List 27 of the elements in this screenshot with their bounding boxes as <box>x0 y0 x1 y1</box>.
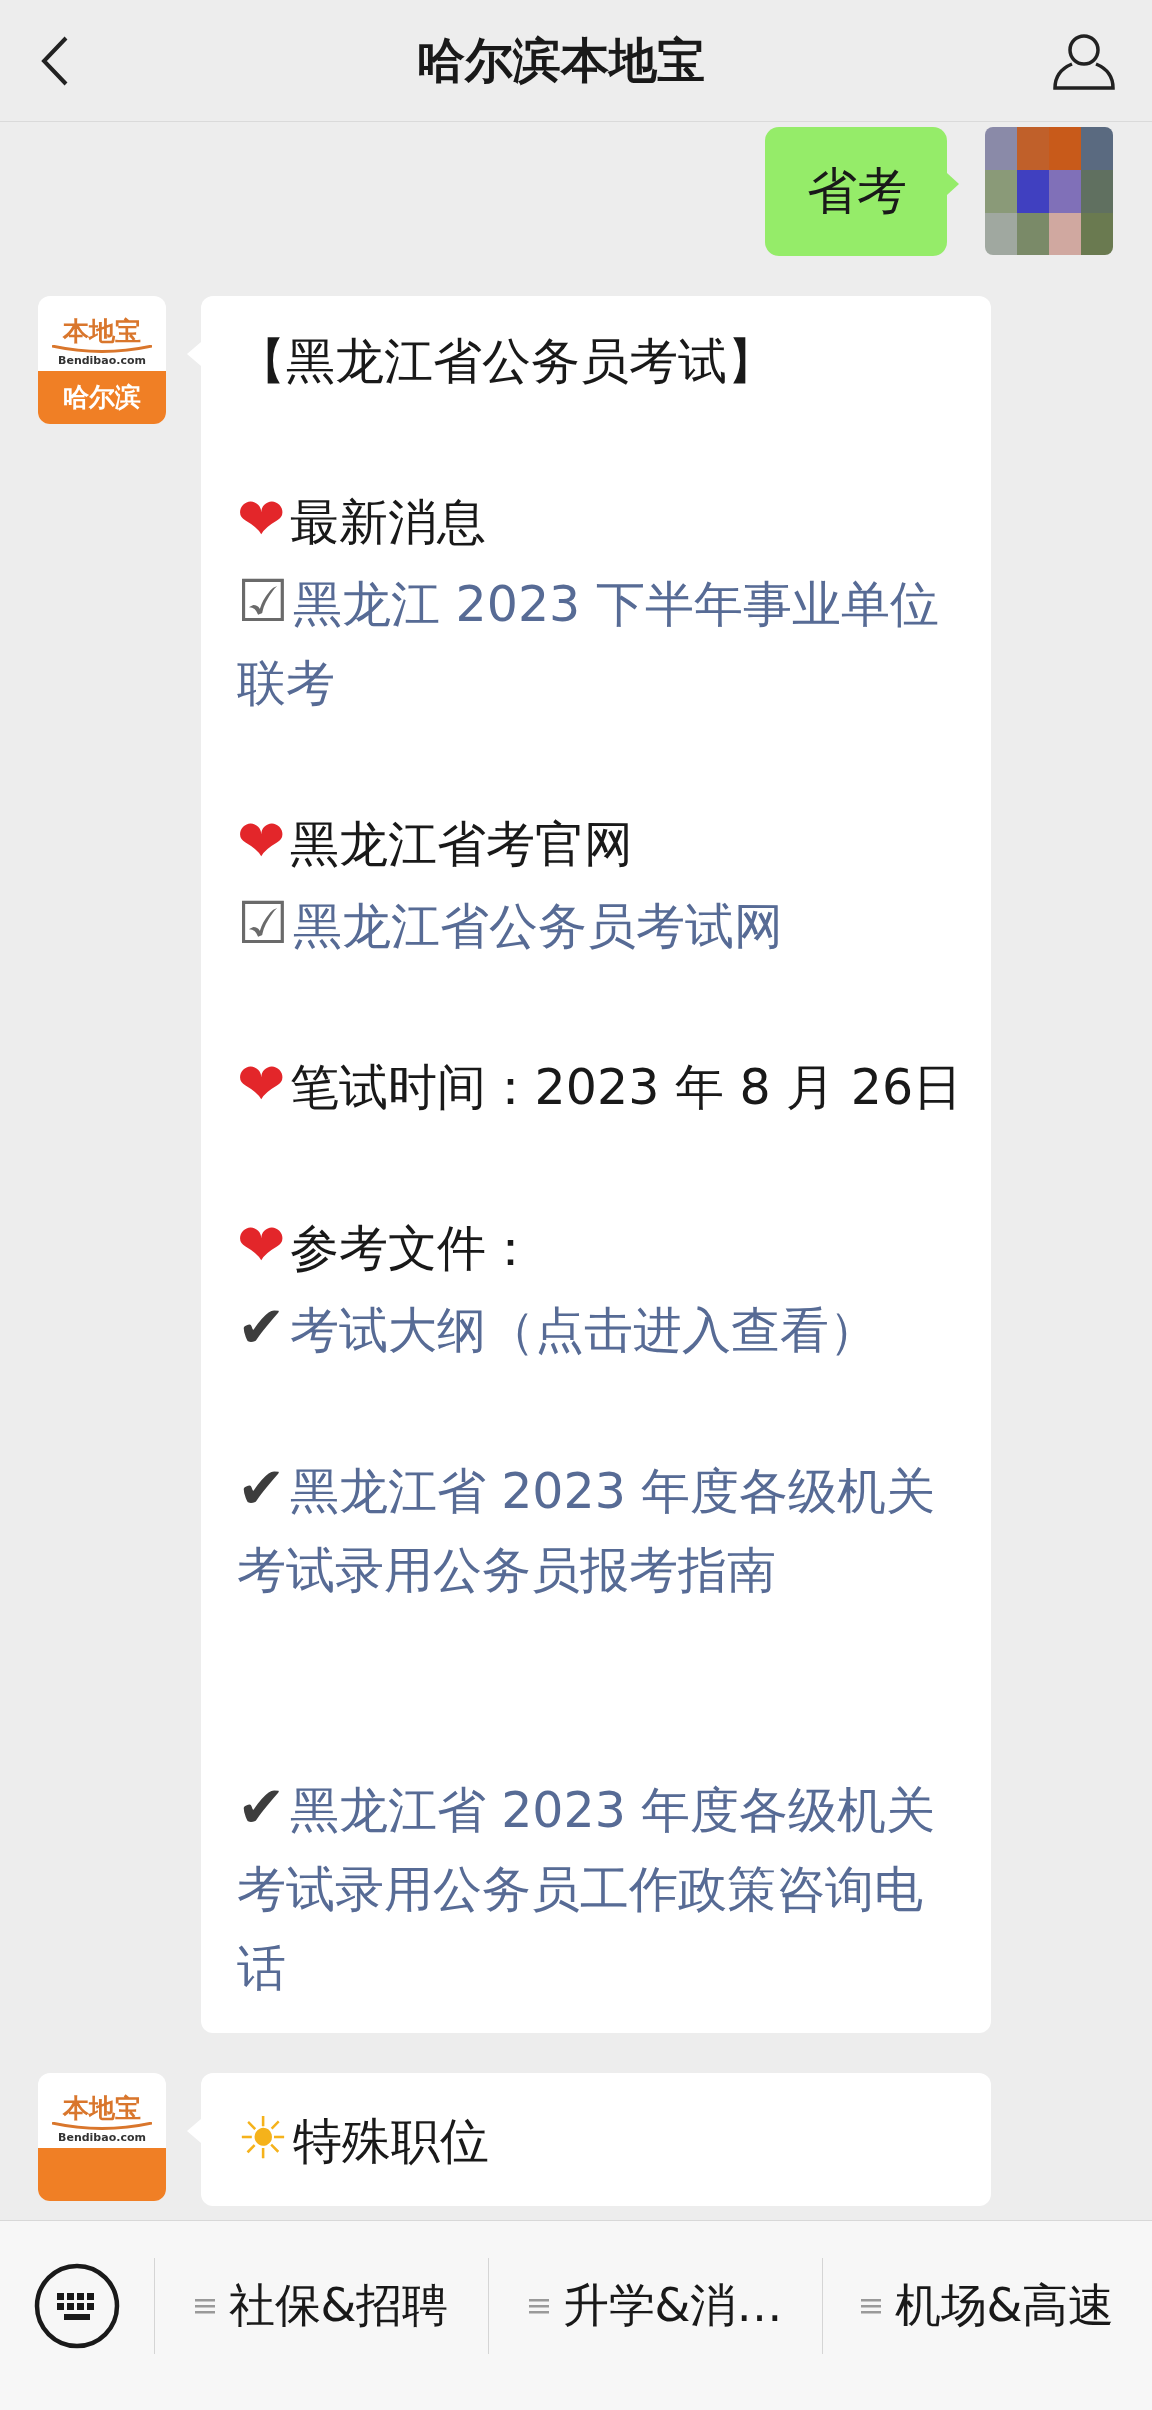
swoosh-icon <box>52 2122 152 2130</box>
logo-text: Bendibao.com <box>58 354 146 367</box>
article-link[interactable]: ☑黑龙江 2023 下半年事业单位联考 <box>237 562 971 723</box>
menu-item[interactable]: 机场&高速 <box>822 2257 1152 2354</box>
swoosh-icon <box>52 345 152 353</box>
bubble-tail <box>947 173 959 195</box>
section-heading: ❤最新消息 <box>237 484 487 555</box>
section-heading: ❤黑龙江省考官网 <box>237 806 634 877</box>
article-link[interactable]: ☑黑龙江省公务员考试网 <box>237 884 971 966</box>
message-title: 【黑龙江省公务员考试】 <box>237 332 777 392</box>
article-link[interactable]: ✔黑龙江省 2023 年度各级机关考试录用公务员报考指南 <box>237 1449 971 1610</box>
article-link[interactable]: ✔考试大纲（点击进入查看） <box>237 1288 971 1370</box>
section-heading: ❤参考文件： <box>237 1210 536 1281</box>
logo-text: 哈尔滨 <box>63 381 141 414</box>
account-avatar[interactable]: 本地宝 Bendibao.com 哈尔滨 <box>38 296 166 424</box>
section-heading: ❤笔试时间：2023 年 8 月 26日 <box>237 1049 964 1120</box>
chat-title: 哈尔滨本地宝 <box>417 30 705 90</box>
article-link[interactable]: ✔黑龙江省 2023 年度各级机关考试录用公务员工作政策咨询电话 <box>237 1768 971 2008</box>
menu-item[interactable]: 社保&招聘 <box>154 2257 488 2354</box>
logo-text: 本地宝 <box>63 2094 141 2122</box>
section-heading: ☀特殊职位 <box>237 2103 490 2174</box>
logo-text: 本地宝 <box>63 317 141 345</box>
message-bubble: 省考 <box>765 127 947 256</box>
menu-item[interactable]: 升学&消… <box>488 2257 822 2354</box>
back-button[interactable] <box>40 34 70 87</box>
account-avatar[interactable]: 本地宝 Bendibao.com <box>38 2073 166 2201</box>
logo-text: Bendibao.com <box>58 2131 146 2144</box>
